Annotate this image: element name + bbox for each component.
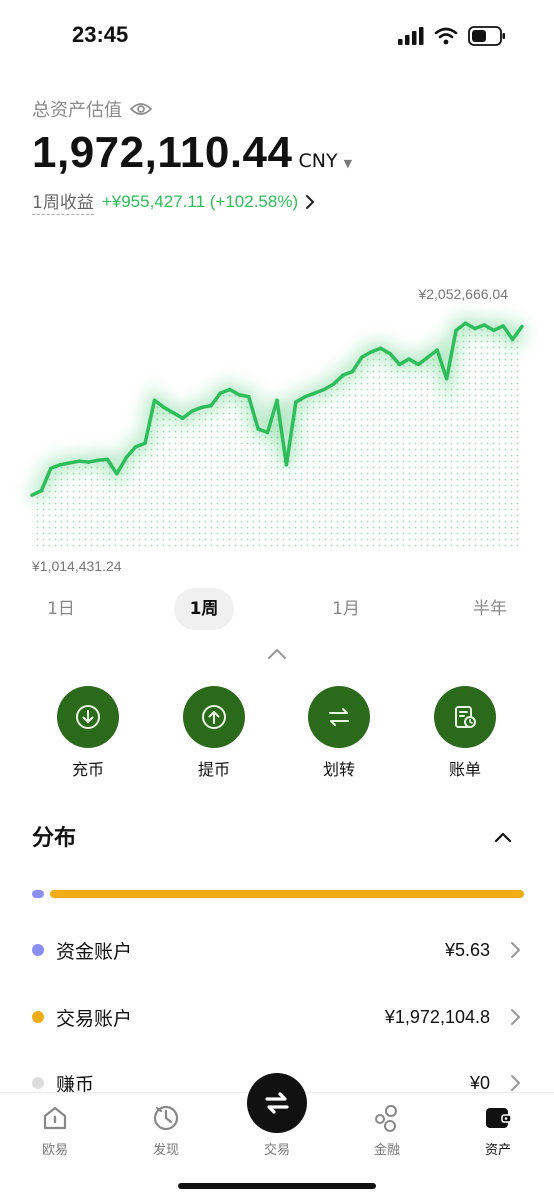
bill-button[interactable]: 账单: [425, 686, 505, 780]
home-indicator: [178, 1183, 376, 1189]
nav-home[interactable]: 欧易: [20, 1103, 90, 1158]
total-balance-value: 1,972,110.44: [32, 128, 293, 177]
transfer-label: 划转: [322, 760, 355, 779]
bill-label: 账单: [448, 760, 481, 779]
range-tabs: 1日 1周 1月 半年: [0, 588, 554, 630]
battery-icon: [468, 26, 505, 46]
distribution-title: 分布: [32, 826, 77, 851]
bill-icon: [455, 706, 476, 728]
funding-account-name: 资金账户: [56, 940, 133, 963]
asset-label-row: 总资产估值: [32, 96, 152, 122]
nav-discover[interactable]: 发现: [131, 1103, 201, 1158]
nav-finance-label: 金融: [373, 1143, 400, 1158]
nav-assets[interactable]: 资产: [463, 1103, 533, 1158]
wallet-icon: [486, 1108, 512, 1128]
pnl-row[interactable]: 1周收益 +¥955,427.11 (+102.58%): [32, 188, 316, 215]
chart-min-label: ¥1,014,431.24: [32, 558, 122, 574]
nav-trade-button[interactable]: [247, 1073, 307, 1133]
funding-account-row[interactable]: 资金账户 ¥5.63: [32, 930, 522, 970]
tab-6m[interactable]: 半年: [462, 588, 518, 630]
total-balance-row: 1,972,110.44 CNY ▼: [32, 128, 352, 178]
discover-icon: [153, 1105, 179, 1131]
nav-trade-label: 交易: [263, 1143, 290, 1158]
tab-1w[interactable]: 1周: [174, 588, 234, 630]
nav-home-label: 欧易: [41, 1143, 68, 1158]
withdraw-label: 提币: [197, 760, 230, 779]
home-icon: [43, 1106, 67, 1130]
tab-1m[interactable]: 1月: [321, 588, 371, 630]
collapse-chevron-icon[interactable]: [492, 826, 514, 848]
withdraw-icon: [202, 705, 226, 729]
trading-account-row[interactable]: 交易账户 ¥1,972,104.8: [32, 997, 522, 1037]
funding-account-dot: [32, 944, 44, 956]
trading-account-segment: [50, 890, 524, 898]
status-time: 23:45: [72, 22, 129, 47]
trading-account-dot: [32, 1011, 44, 1023]
cellular-signal-icon: [398, 27, 424, 45]
chevron-right-icon: [511, 1075, 520, 1091]
nav-assets-label: 资产: [484, 1143, 511, 1158]
currency-selector[interactable]: CNY: [298, 150, 337, 172]
deposit-icon: [76, 705, 100, 729]
quick-actions: 充币 提币 划转 账单: [0, 686, 554, 786]
finance-icon: [375, 1105, 397, 1132]
chevron-right-icon[interactable]: [304, 194, 316, 210]
transfer-icon: [329, 708, 349, 726]
caret-down-icon[interactable]: ▼: [344, 157, 352, 170]
earn-account-value: ¥0: [469, 1072, 490, 1093]
chevron-right-icon: [511, 942, 520, 958]
eye-icon[interactable]: [130, 101, 152, 117]
asset-chart: [0, 280, 554, 580]
nav-finance[interactable]: 金融: [352, 1103, 422, 1158]
trading-account-name: 交易账户: [56, 1007, 133, 1030]
wifi-icon: [434, 27, 458, 45]
pnl-value: +¥955,427.11 (+102.58%): [101, 191, 299, 211]
status-bar: 23:45: [0, 0, 554, 76]
deposit-label: 充币: [71, 760, 104, 779]
nav-discover-label: 发现: [152, 1143, 179, 1158]
chevron-right-icon: [511, 1009, 520, 1025]
asset-chart-svg: [28, 314, 528, 550]
trade-icon: [265, 1092, 289, 1114]
tab-1d[interactable]: 1日: [36, 588, 86, 630]
earn-account-dot: [32, 1077, 44, 1089]
status-icons: [398, 26, 506, 46]
deposit-button[interactable]: 充币: [48, 686, 128, 780]
funding-account-segment: [32, 890, 44, 898]
withdraw-button[interactable]: 提币: [174, 686, 254, 780]
transfer-button[interactable]: 划转: [299, 686, 379, 780]
funding-account-value: ¥5.63: [444, 939, 490, 960]
chevron-up-icon[interactable]: [265, 642, 289, 666]
distribution-bar: [32, 890, 524, 898]
asset-label: 总资产估值: [32, 100, 122, 121]
pnl-label: 1周收益: [32, 188, 94, 215]
trading-account-value: ¥1,972,104.8: [384, 1006, 490, 1027]
